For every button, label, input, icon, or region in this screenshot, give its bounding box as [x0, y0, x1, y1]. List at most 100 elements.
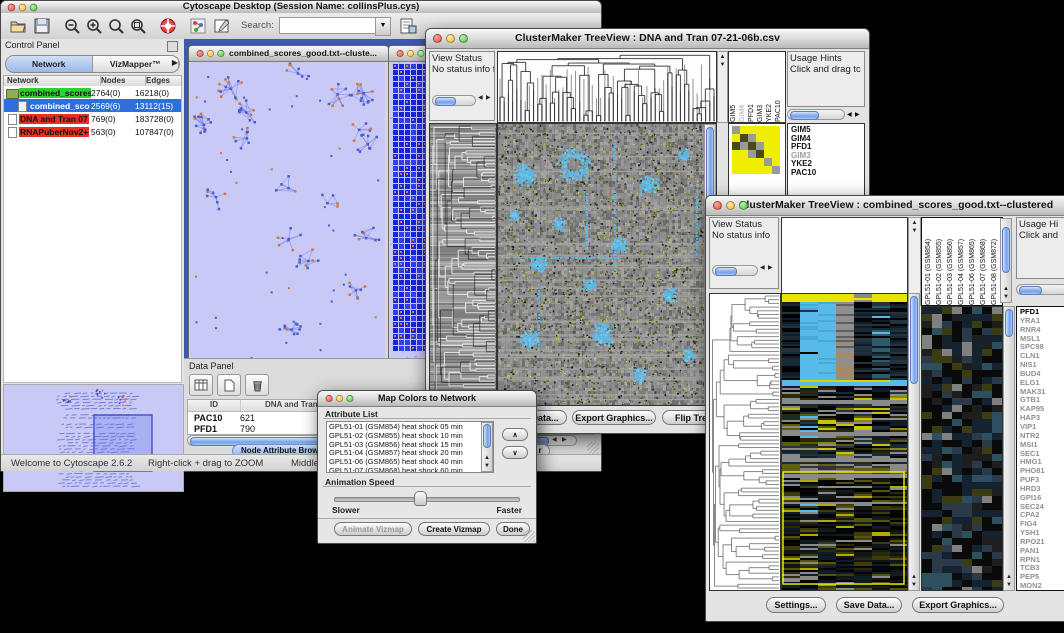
tv1-scroll-strip[interactable]: ▲▼	[717, 51, 728, 123]
tv1-zoom-matrix[interactable]	[732, 126, 780, 174]
network1-canvas[interactable]	[190, 62, 385, 358]
dialog-titlebar[interactable]: Map Colors to Network	[318, 391, 536, 407]
attribute-list-vscrollbar[interactable]: ▲▼	[481, 422, 493, 472]
close-button[interactable]	[397, 50, 404, 57]
column-label: GIM3	[756, 52, 765, 122]
scroll-left-button[interactable]: ◀	[847, 111, 852, 118]
scroll-right-button[interactable]: ▶	[562, 436, 567, 443]
tv2-zoom-heatmap[interactable]	[921, 306, 1003, 591]
close-button[interactable]	[713, 201, 722, 210]
minimize-button[interactable]	[207, 50, 214, 57]
zoom-button[interactable]	[417, 50, 424, 57]
column-label: GPL51-04 (GSM857)	[957, 218, 966, 305]
select-attributes-button[interactable]	[189, 374, 213, 396]
tv2-zoom-vscrollbar[interactable]: ▲▼	[1003, 306, 1015, 591]
search-dropdown-button[interactable]: ▼	[375, 17, 391, 36]
tv2-labels-vscrollbar[interactable]: ▲▼	[1000, 218, 1012, 303]
float-panel-icon[interactable]	[167, 41, 178, 52]
network-list-row[interactable]: DNA and Tran 07 769(0) 183728(0)	[4, 112, 181, 125]
dialog-button[interactable]: Animate Vizmap	[334, 522, 412, 536]
minimize-button[interactable]	[19, 3, 27, 11]
dialog-resize-grip[interactable]	[523, 530, 535, 542]
network-type-icon	[16, 101, 29, 111]
close-button[interactable]	[433, 34, 442, 43]
zoom-button[interactable]	[459, 34, 468, 43]
minimize-button[interactable]	[726, 201, 735, 210]
zoom-in-icon[interactable]	[85, 17, 103, 35]
tv2-heatmap-vscrollbar[interactable]: ▲▼	[908, 293, 920, 591]
search-input[interactable]	[279, 17, 377, 34]
zoom-button[interactable]	[346, 395, 353, 402]
control-panel-tab[interactable]: Network	[6, 56, 93, 72]
treeview-button[interactable]: Export Graphics...	[912, 597, 1004, 613]
move-down-button[interactable]: ∨	[502, 446, 528, 459]
network-nodes-count: 563(0)	[91, 127, 135, 137]
scroll-right-button[interactable]: ▶	[855, 111, 860, 118]
column-label: GIM4	[738, 52, 747, 122]
close-button[interactable]	[197, 50, 204, 57]
faster-label: Faster	[496, 505, 522, 515]
tv1-array-dendrogram[interactable]	[497, 51, 717, 123]
scroll-right-button[interactable]: ▶	[768, 263, 773, 274]
annotation-icon[interactable]	[213, 17, 231, 35]
help-lifering-icon[interactable]	[159, 17, 177, 35]
scroll-right-button[interactable]: ▶	[486, 93, 491, 104]
tv1-gene-dendrogram[interactable]	[429, 123, 497, 406]
close-button[interactable]	[326, 395, 333, 402]
move-up-button[interactable]: ∧	[502, 428, 528, 441]
zoom-button[interactable]	[217, 50, 224, 57]
new-attribute-button[interactable]	[217, 374, 241, 396]
dialog-button[interactable]: Create Vizmap	[418, 522, 490, 536]
tv1-titlebar[interactable]: ClusterMaker TreeView : DNA and Tran 07-…	[426, 29, 869, 49]
attribute-list-item[interactable]: GPL51-07 (GSM868) heat shock 60 min	[329, 467, 493, 473]
speed-slider-thumb[interactable]	[414, 491, 427, 506]
speed-slider-track[interactable]	[334, 497, 520, 502]
treeview-button[interactable]: Export Graphics...	[572, 410, 656, 425]
resize-grip[interactable]	[587, 442, 599, 454]
attribute-listbox[interactable]: GPL51-01 (GSM854) heat shock 05 minGPL51…	[326, 421, 494, 473]
column-label: GPL51-03 (GSM856)	[946, 218, 955, 305]
zoom-out-icon[interactable]	[63, 17, 81, 35]
tv2-status-scrollbar[interactable]	[712, 265, 758, 276]
column-label: GPL51-07 (GSM868)	[979, 218, 988, 305]
treeview-button[interactable]: Save Data...	[836, 597, 902, 613]
network-type-icon	[6, 88, 19, 98]
tv1-status-scrollbar[interactable]	[432, 95, 476, 106]
minimize-button[interactable]	[407, 50, 414, 57]
vizmapper-node-icon[interactable]	[189, 17, 207, 35]
tv2-hints-scrollbar[interactable]	[1016, 284, 1064, 295]
tv1-heatmap[interactable]	[497, 123, 717, 406]
scroll-left-button[interactable]: ◀	[478, 93, 483, 104]
network-list-row[interactable]: combined_sco 2569(6) 13112(15)	[4, 99, 181, 112]
tv2-heatmap[interactable]	[781, 293, 908, 591]
minimize-button[interactable]	[446, 34, 455, 43]
column-label: PAC10	[774, 52, 783, 122]
scroll-left-button[interactable]: ◀	[760, 263, 765, 274]
import-attributes-icon[interactable]	[399, 17, 417, 35]
tv1-title: ClusterMaker TreeView : DNA and Tran 07-…	[426, 29, 869, 48]
tv2-gene-dendrogram[interactable]	[709, 293, 781, 591]
open-session-icon[interactable]	[9, 17, 27, 35]
zoom-selected-icon[interactable]	[107, 17, 125, 35]
save-session-icon[interactable]	[33, 17, 51, 35]
network-overview-canvas[interactable]	[3, 384, 184, 492]
zoom-button[interactable]	[30, 3, 38, 11]
close-button[interactable]	[8, 3, 16, 11]
zoom-fit-icon[interactable]	[129, 17, 147, 35]
scroll-left-button[interactable]: ◀	[552, 436, 557, 443]
slower-label: Slower	[332, 505, 360, 515]
network-list-row[interactable]: RNAPuberNov2+ 563(0) 107847(0)	[4, 125, 181, 138]
col-id[interactable]: ID	[188, 400, 241, 411]
delete-attribute-button[interactable]	[245, 374, 269, 396]
control-panel-title: Control Panel	[5, 40, 60, 50]
zoom-button[interactable]	[739, 201, 748, 210]
network1-titlebar[interactable]: combined_scores_good.txt--cluste...	[189, 46, 388, 62]
network-type-icon	[6, 114, 19, 124]
control-panel-tab[interactable]: VizMapper™	[93, 56, 180, 72]
minimize-button[interactable]	[336, 395, 343, 402]
network-list-row[interactable]: combined_scores_ 2764(0) 16218(0)	[4, 86, 181, 99]
tab-overflow-arrow[interactable]: ▶	[172, 58, 178, 67]
tv1-hints-scrollbar[interactable]	[787, 109, 845, 120]
treeview-button[interactable]: Settings...	[766, 597, 826, 613]
tv2-titlebar[interactable]: ClusterMaker TreeView : combined_scores_…	[706, 196, 1064, 216]
